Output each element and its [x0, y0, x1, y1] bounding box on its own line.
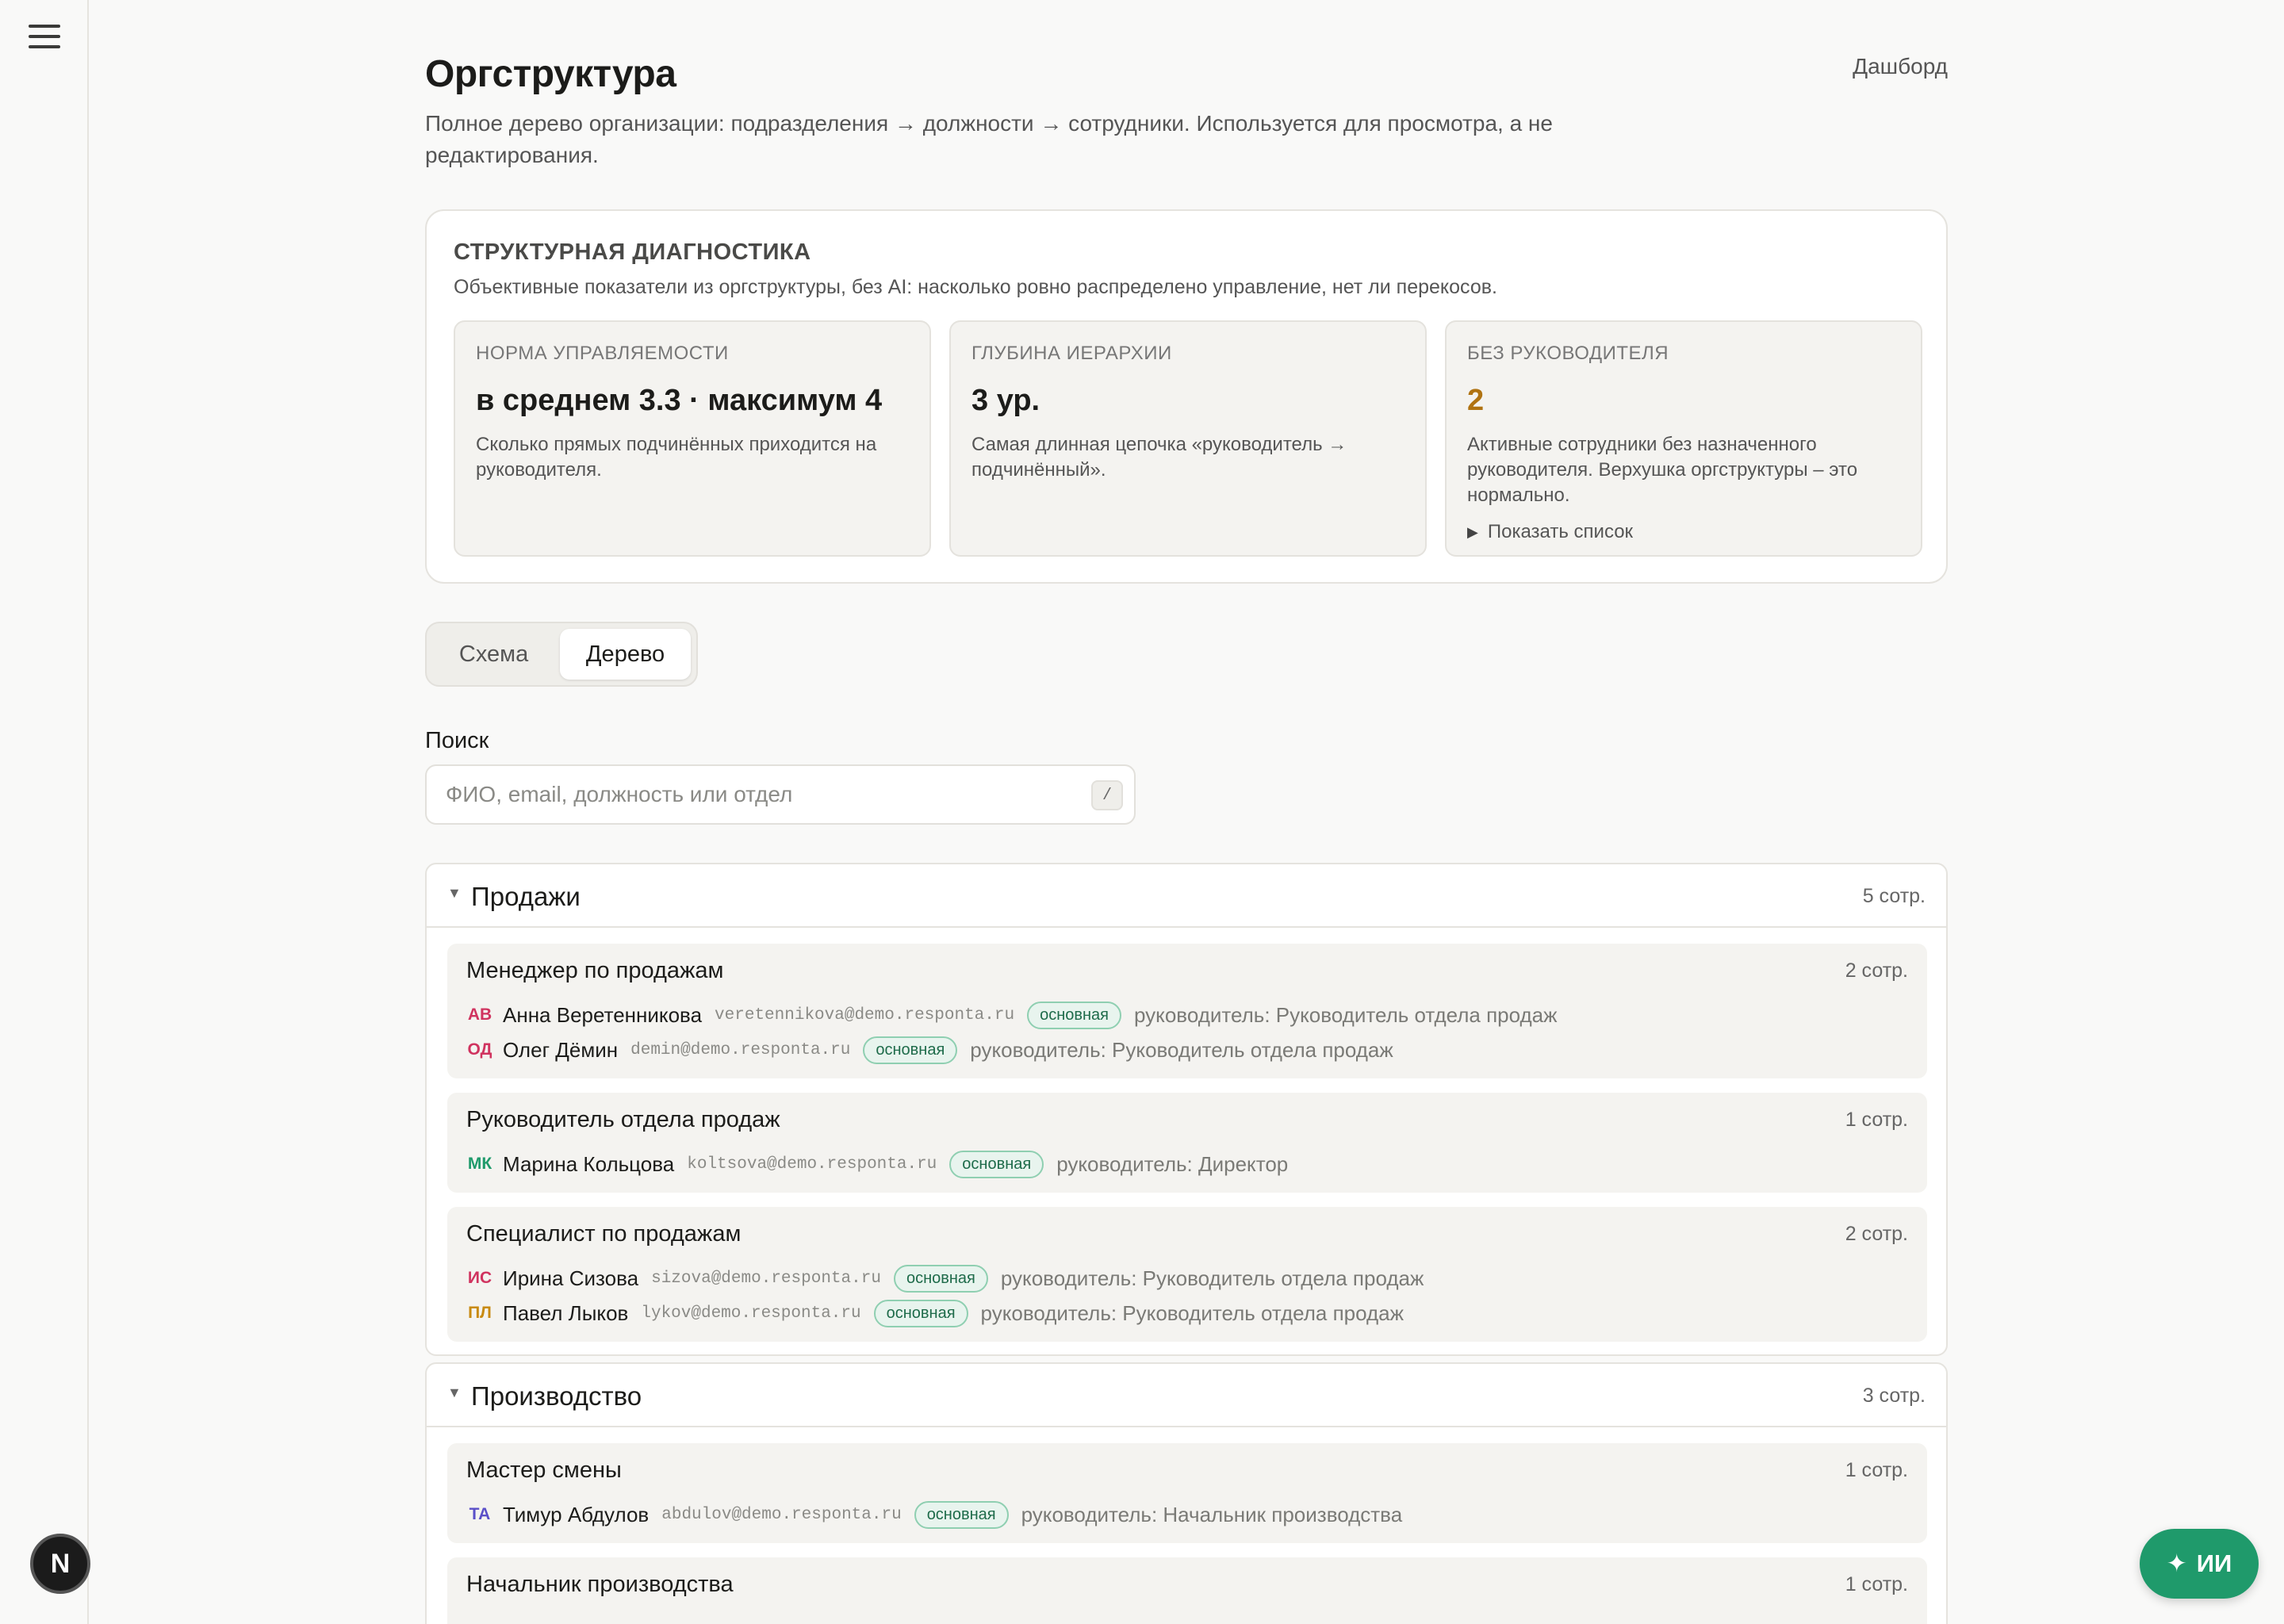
- employee-row[interactable]: ОД Олег Дёмин demin@demo.responta.ru осн…: [466, 1034, 1393, 1066]
- avatar-initials: ПЛ: [468, 1304, 492, 1322]
- department-name: Производство: [471, 1381, 642, 1411]
- department-header[interactable]: ▼ Продажи 5 сотр.: [427, 864, 1946, 928]
- employee-email: veretennikova@demo.responta.ru: [715, 1005, 1015, 1025]
- metric-label: ГЛУБИНА ИЕРАРХИИ: [971, 343, 1172, 364]
- employee-email: lykov@demo.responta.ru: [641, 1304, 861, 1323]
- metric-value: 3 ур.: [971, 384, 1040, 417]
- page-description: Полное дерево организации: подразделения…: [425, 111, 1553, 167]
- department-count: 5 сотр.: [1862, 885, 1926, 907]
- position-card: Специалист по продажам 2 сотр. ИС Ирина …: [447, 1207, 1927, 1342]
- employee-row[interactable]: ИС Ирина Сизова sizova@demo.responta.ru …: [466, 1262, 1424, 1294]
- page-title: Оргструктура: [425, 53, 676, 95]
- show-list-label: Показать список: [1487, 521, 1634, 542]
- avatar-initials: ОД: [467, 1040, 492, 1059]
- app-logo-badge[interactable]: N: [30, 1534, 90, 1594]
- ai-button-label: ИИ: [2196, 1549, 2232, 1577]
- primary-badge: основная: [914, 1500, 1009, 1529]
- search-input[interactable]: [446, 766, 1080, 823]
- position-count: 1 сотр.: [1845, 1109, 1908, 1131]
- primary-badge: основная: [873, 1299, 968, 1327]
- position-title: Специалист по продажам: [466, 1221, 742, 1247]
- primary-badge: основная: [949, 1150, 1044, 1178]
- metric-description: Самая длинная цепочка «руководитель → по…: [971, 434, 1347, 481]
- avatar-initials: ИС: [467, 1269, 492, 1287]
- position-count: 1 сотр.: [1845, 1573, 1908, 1595]
- primary-badge: основная: [863, 1036, 958, 1064]
- employee-manager: руководитель: Начальник производства: [1021, 1502, 1403, 1526]
- employee-manager: руководитель: Руководитель отдела продаж: [1000, 1266, 1424, 1290]
- diagnostics-title: СТРУКТУРНАЯ ДИАГНОСТИКА: [454, 239, 811, 265]
- metric-value: в среднем 3.3 · максимум 4: [476, 384, 883, 417]
- view-mode-toggle: Схема Дерево: [425, 622, 698, 687]
- department-sales: ▼ Продажи 5 сотр. Менеджер по продажам 2…: [425, 863, 1948, 1356]
- hamburger-menu-icon[interactable]: [27, 22, 62, 51]
- avatar-initials: ТА: [469, 1505, 491, 1523]
- avatar-initials: АВ: [467, 1005, 492, 1024]
- employee-email: koltsova@demo.responta.ru: [687, 1155, 937, 1174]
- metric-description: Активные сотрудники без назначенного рук…: [1467, 434, 1858, 506]
- tab-schema[interactable]: Схема: [432, 629, 555, 680]
- employee-name: Марина Кольцова: [503, 1151, 675, 1176]
- metric-description: Сколько прямых подчинённых приходится на…: [476, 434, 877, 481]
- position-count: 2 сотр.: [1845, 1223, 1908, 1245]
- position-title: Руководитель отдела продаж: [466, 1107, 780, 1132]
- metric-value: 2: [1467, 384, 1485, 417]
- position-card: Мастер смены 1 сотр. ТА Тимур Абдулов ab…: [447, 1443, 1927, 1543]
- position-card: Руководитель отдела продаж 1 сотр. МК Ма…: [447, 1093, 1927, 1193]
- tab-tree[interactable]: Дерево: [560, 629, 691, 680]
- triangle-right-icon: ▶: [1467, 523, 1478, 540]
- employee-row[interactable]: МК Марина Кольцова koltsova@demo.respont…: [466, 1148, 1288, 1180]
- metric-label: БЕЗ РУКОВОДИТЕЛЯ: [1467, 343, 1669, 364]
- employee-name: Ирина Сизова: [503, 1266, 639, 1290]
- search-field: /: [425, 764, 1136, 825]
- metric-without-manager: БЕЗ РУКОВОДИТЕЛЯ 2 Активные сотрудники б…: [1445, 320, 1922, 557]
- employee-manager: руководитель: Руководитель отдела продаж: [1134, 1002, 1558, 1027]
- show-list-toggle[interactable]: ▶ Показать список: [1467, 521, 1900, 543]
- department-name: Продажи: [471, 882, 581, 911]
- metric-label: НОРМА УПРАВЛЯЕМОСТИ: [476, 343, 729, 364]
- employee-name: Олег Дёмин: [503, 1037, 619, 1062]
- metric-hierarchy-depth: ГЛУБИНА ИЕРАРХИИ 3 ур. Самая длинная цеп…: [949, 320, 1427, 557]
- employee-name: Павел Лыков: [503, 1300, 629, 1325]
- ai-assistant-button[interactable]: ✦ ИИ: [2140, 1529, 2259, 1599]
- employee-row[interactable]: ПЛ Павел Лыков lykov@demo.responta.ru ос…: [466, 1297, 1404, 1329]
- caret-down-icon: ▼: [447, 1385, 462, 1400]
- dashboard-link[interactable]: Дашборд: [1853, 54, 1948, 79]
- position-count: 2 сотр.: [1845, 959, 1908, 982]
- shortcut-hint: /: [1091, 780, 1123, 810]
- department-count: 3 сотр.: [1862, 1385, 1926, 1407]
- caret-down-icon: ▼: [447, 885, 462, 901]
- employee-row[interactable]: АВ Анна Веретенникова veretennikova@demo…: [466, 999, 1558, 1031]
- employee-manager: руководитель: Руководитель отдела продаж: [970, 1037, 1393, 1062]
- position-card: Начальник производства 1 сотр.: [447, 1557, 1927, 1624]
- position-title: Начальник производства: [466, 1572, 734, 1597]
- department-production: ▼ Производство 3 сотр. Мастер смены 1 со…: [425, 1362, 1948, 1624]
- primary-badge: основная: [1027, 1001, 1122, 1029]
- employee-name: Тимур Абдулов: [503, 1502, 650, 1526]
- metric-span-of-control: НОРМА УПРАВЛЯЕМОСТИ в среднем 3.3 · макс…: [454, 320, 931, 557]
- department-header[interactable]: ▼ Производство 3 сотр.: [427, 1364, 1946, 1427]
- primary-badge: основная: [893, 1264, 988, 1293]
- employee-email: sizova@demo.responta.ru: [651, 1269, 881, 1288]
- position-count: 1 сотр.: [1845, 1459, 1908, 1481]
- diagnostics-subtitle: Объективные показатели из оргструктуры, …: [454, 276, 1497, 298]
- employee-name: Анна Веретенникова: [503, 1002, 703, 1027]
- employee-row[interactable]: ТА Тимур Абдулов abdulov@demo.responta.r…: [466, 1499, 1402, 1530]
- avatar-initials: МК: [467, 1155, 492, 1173]
- employee-manager: руководитель: Руководитель отдела продаж: [980, 1300, 1405, 1325]
- search-label: Поиск: [425, 728, 489, 753]
- position-title: Мастер смены: [466, 1457, 622, 1483]
- employee-email: abdulov@demo.responta.ru: [661, 1505, 902, 1524]
- position-title: Менеджер по продажам: [466, 958, 724, 983]
- sparkle-icon: ✦: [2166, 1549, 2187, 1577]
- position-card: Менеджер по продажам 2 сотр. АВ Анна Вер…: [447, 944, 1927, 1078]
- structural-diagnostics-card: СТРУКТУРНАЯ ДИАГНОСТИКА Объективные пока…: [425, 209, 1948, 584]
- employee-manager: руководитель: Директор: [1056, 1151, 1289, 1176]
- sidebar: N: [0, 0, 90, 1624]
- employee-email: demin@demo.responta.ru: [630, 1040, 851, 1059]
